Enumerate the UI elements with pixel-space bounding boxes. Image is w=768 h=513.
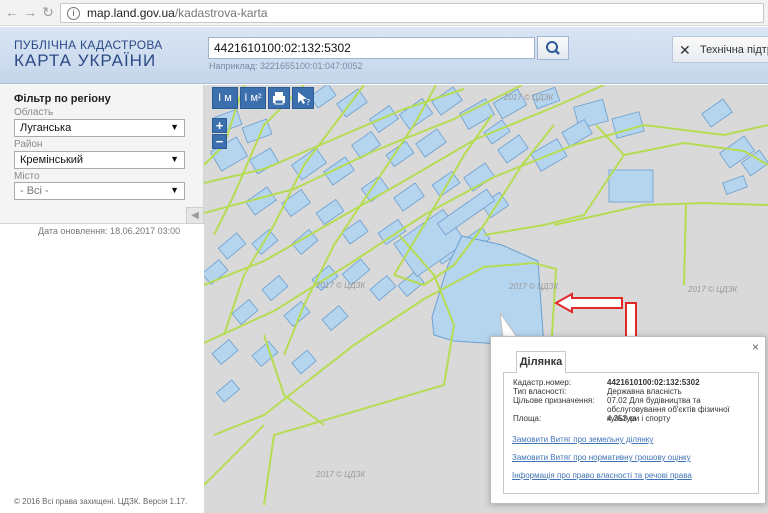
info-cursor-button[interactable]: ? (292, 87, 314, 109)
chevron-down-icon: ▼ (170, 122, 179, 132)
tools-icon: ✕ (679, 42, 691, 58)
district-select[interactable]: Кремінський ▼ (14, 151, 185, 169)
zoom-in-button[interactable]: + (212, 118, 227, 133)
search-hint: Наприклад: 3221655100:01:047:0052 (209, 61, 363, 71)
back-icon[interactable]: ← (4, 4, 20, 20)
chevron-down-icon: ▼ (170, 185, 179, 195)
site-header: ПУБЛІЧНА КАДАСТРОВА КАРТА УКРАЇНИ Наприк… (0, 27, 768, 84)
city-select[interactable]: - Всі - ▼ (14, 182, 185, 200)
measure-area-button[interactable]: I м² (240, 87, 266, 109)
printer-icon (273, 92, 285, 105)
district-value: Кремінський (20, 154, 84, 166)
region-value: Луганська (20, 122, 72, 134)
logo-title-line2[interactable]: КАРТА УКРАЇНИ (14, 51, 156, 71)
watermark: 2017 © ЦДЗК (316, 470, 366, 479)
forward-icon[interactable]: → (22, 4, 38, 20)
row-value: 4.353 га (607, 414, 637, 423)
watermark: 2017 © ЦДЗК (316, 281, 366, 290)
copyright: © 2016 Всі права захищені. ЦДЗК. Версія … (14, 497, 188, 506)
parcel-details: Кадастр.номер: 4421610100:02:132:5302 Ти… (503, 372, 759, 494)
district-label: Район (14, 139, 43, 150)
city-label: Місто (14, 171, 40, 182)
zoom-out-button[interactable]: − (212, 134, 227, 149)
row-key: Кадастр.номер: (513, 378, 572, 387)
support-button[interactable]: ✕ Технічна підтримка (672, 36, 768, 63)
print-button[interactable] (268, 87, 290, 109)
search-button[interactable] (537, 36, 569, 60)
browser-toolbar: ← → ↻ i map.land.gov.ua/kadastrova-karta (0, 0, 768, 26)
address-bar[interactable]: i map.land.gov.ua/kadastrova-karta (60, 3, 764, 23)
logo-title-line1[interactable]: ПУБЛІЧНА КАДАСТРОВА (14, 38, 163, 52)
support-label: Технічна підтримка (700, 44, 768, 56)
info-icon[interactable]: i (67, 7, 80, 20)
cadastral-search-input[interactable] (208, 37, 535, 59)
ownership-info-link[interactable]: Інформація про право власності та речові… (512, 471, 692, 480)
row-key: Тип власності: (513, 387, 567, 396)
svg-text:?: ? (306, 98, 310, 107)
watermark: 2017 © ЦДЗК (509, 282, 559, 291)
cadastral-map[interactable]: I м I м² ? + − 2017 © ЦДЗК 2017 © ЦДЗК 2… (204, 85, 768, 513)
city-value: - Всі - (20, 185, 49, 197)
order-parcel-extract-link[interactable]: Замовити Витяг про земельну ділянку (512, 435, 653, 444)
collapse-sidebar-button[interactable]: ◀ (186, 207, 204, 224)
reload-icon[interactable]: ↻ (40, 4, 56, 20)
tab-parcel[interactable]: Ділянка (516, 351, 566, 373)
region-filter-panel: Фільтр по регіону Область Луганська ▼ Рай… (0, 85, 204, 224)
row-key: Цільове призначення: (513, 396, 595, 405)
row-key: Площа: (513, 414, 542, 423)
watermark: 2017 © ЦДЗК (688, 285, 738, 294)
url-text: map.land.gov.ua/kadastrova-karta (87, 6, 268, 20)
sidebar: Фільтр по регіону Область Луганська ▼ Рай… (0, 85, 204, 513)
update-date: Дата оновлення: 18.06.2017 03:00 (38, 226, 181, 236)
row-value: 4421610100:02:132:5302 (607, 378, 700, 387)
watermark: 2017 © ЦДЗК (504, 93, 554, 102)
close-icon[interactable]: × (752, 340, 759, 354)
measure-length-button[interactable]: I м (212, 87, 238, 109)
parcel-info-popup: × Ділянка Кадастр.номер: 4421610100:02:1… (490, 336, 766, 504)
search-icon (546, 41, 560, 55)
region-label: Область (14, 107, 54, 118)
filter-title: Фільтр по регіону (14, 93, 111, 105)
region-select[interactable]: Луганська ▼ (14, 119, 185, 137)
chevron-down-icon: ▼ (170, 154, 179, 164)
row-value: Державна власність (607, 387, 682, 396)
order-valuation-extract-link[interactable]: Замовити Витяг про нормативну грошову оц… (512, 453, 691, 462)
cursor-question-icon: ? (298, 92, 310, 107)
